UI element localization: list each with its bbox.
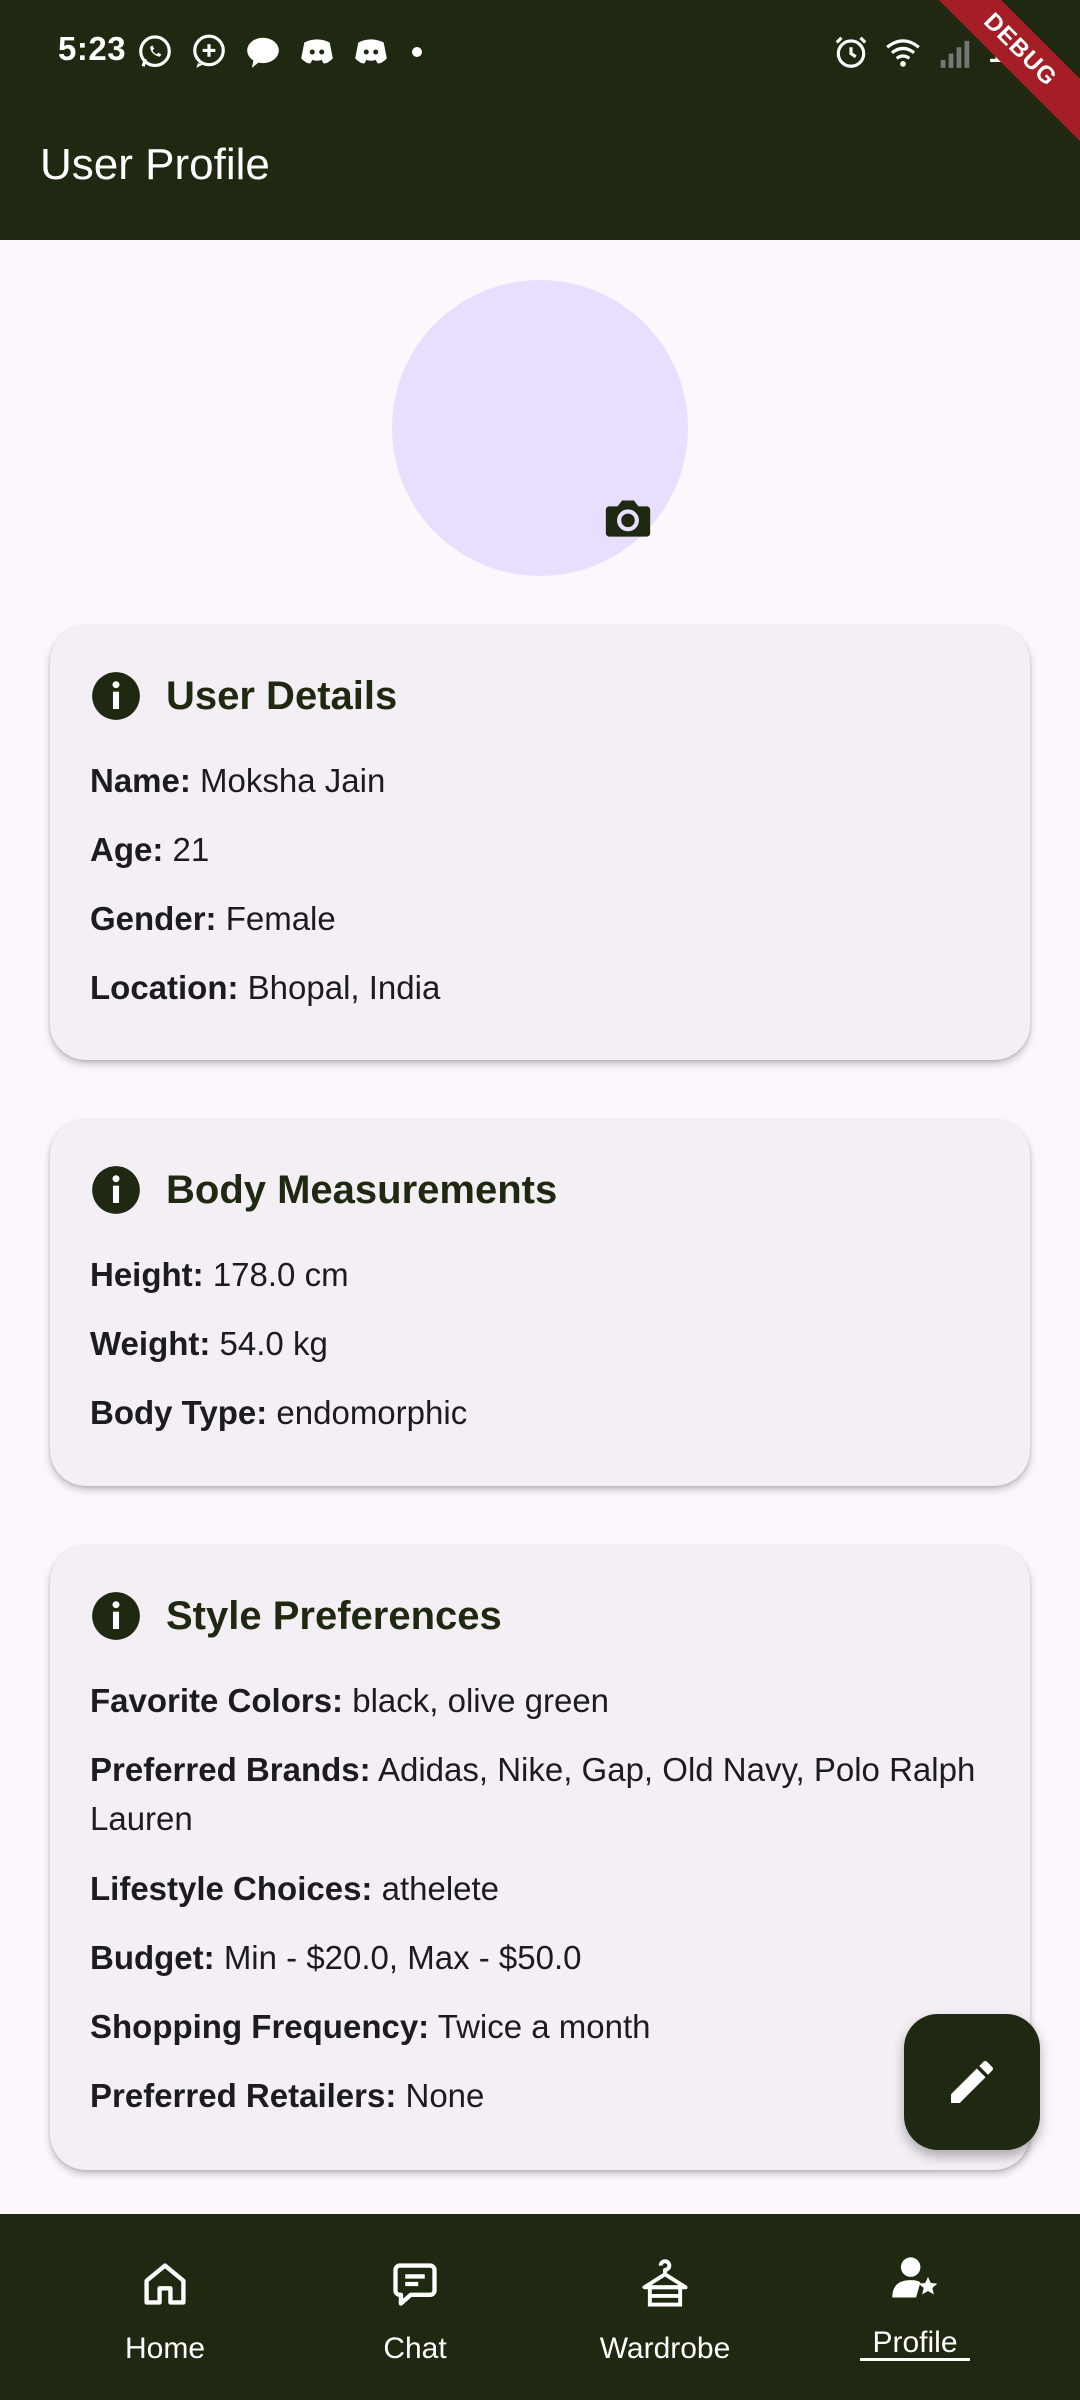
app-bar: User Profile	[0, 100, 1080, 240]
pref-row-budget: Budget: Min - $20.0, Max - $50.0	[90, 1939, 582, 1976]
chat-icon	[393, 2263, 437, 2306]
info-icon	[92, 1166, 140, 1214]
nav-label: Chat	[383, 2332, 447, 2365]
bottom-navigation: Home Chat Wardrobe Profile	[0, 2214, 1080, 2400]
detail-row-location: Location: Bhopal, India	[90, 969, 441, 1006]
measurement-row-height: Height: 178.0 cm	[90, 1256, 349, 1293]
camera-icon[interactable]	[600, 490, 656, 546]
card-header: User Details	[90, 670, 397, 722]
card-title: User Details	[166, 673, 398, 718]
profile-icon	[892, 2257, 938, 2298]
pref-row-lifestyle: Lifestyle Choices: athelete	[90, 1870, 500, 1907]
pref-row-colors: Favorite Colors: black, olive green	[90, 1682, 610, 1719]
nav-item-profile[interactable]: Profile	[790, 2214, 1040, 2400]
card-title: Style Preferences	[166, 1593, 502, 1638]
card-header: Body Measurements	[90, 1164, 557, 1216]
selected-indicator	[860, 2358, 970, 2361]
chat-icon	[247, 37, 279, 68]
edit-profile-button[interactable]	[904, 2014, 1040, 2150]
nav-label: Home	[124, 2332, 206, 2365]
home-icon	[144, 2263, 186, 2305]
nav-item-chat[interactable]: Chat	[290, 2214, 540, 2400]
signal-icon	[941, 40, 970, 68]
pencil-icon	[951, 2060, 994, 2103]
info-icon	[92, 672, 140, 720]
measurement-row-body-type: Body Type: endomorphic	[90, 1394, 468, 1431]
status-bar: 5:23 100	[0, 0, 1080, 100]
detail-row-age: Age: 21	[90, 831, 210, 868]
card-header: Style Preferences	[90, 1590, 502, 1642]
user-details-card: User Details Name: Moksha Jain Age: 21 G…	[50, 626, 1030, 1060]
alarm-icon	[835, 36, 867, 68]
info-icon	[92, 1592, 140, 1640]
notification-icons	[136, 30, 422, 74]
nav-item-wardrobe[interactable]: Wardrobe	[540, 2214, 790, 2400]
nav-label: Wardrobe	[599, 2332, 731, 2365]
measurement-row-weight: Weight: 54.0 kg	[90, 1325, 328, 1362]
card-title: Body Measurements	[166, 1167, 558, 1212]
discord-icon	[355, 39, 387, 64]
dot-icon	[412, 47, 422, 57]
nav-label: Profile	[872, 2326, 958, 2359]
pref-row-frequency: Shopping Frequency: Twice a month	[90, 2008, 651, 2045]
pref-row-retailers: Preferred Retailers: None	[90, 2077, 485, 2114]
nav-item-home[interactable]: Home	[40, 2214, 290, 2400]
detail-row-name: Name: Moksha Jain	[90, 762, 386, 799]
discord-icon	[301, 39, 333, 64]
pref-row-brands: Preferred Brands: Adidas, Nike, Gap, Old…	[90, 1751, 976, 1837]
status-time: 5:23	[58, 30, 127, 67]
whatsapp-icon	[139, 35, 171, 68]
body-measurements-card: Body Measurements Height: 178.0 cm Weigh…	[50, 1120, 1030, 1486]
wifi-icon	[886, 39, 921, 67]
detail-row-gender: Gender: Female	[90, 900, 336, 937]
message-plus-icon	[193, 34, 225, 68]
style-preferences-card: Style Preferences Favorite Colors: black…	[50, 1546, 1030, 2170]
hanger-icon	[642, 2259, 688, 2307]
page-title: User Profile	[40, 140, 270, 189]
